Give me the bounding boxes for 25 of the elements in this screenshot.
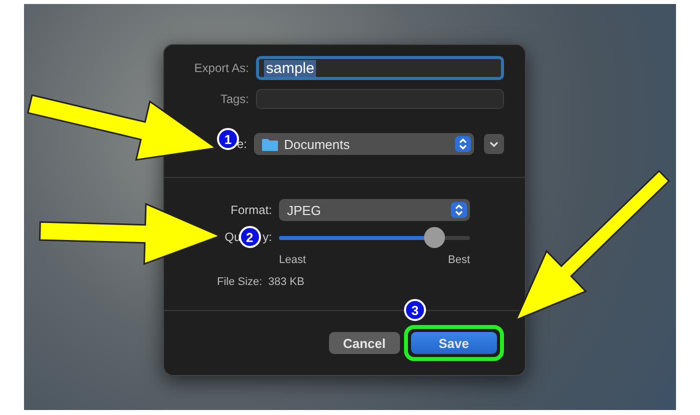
field-label: File Size:	[217, 276, 262, 288]
slider-thumb[interactable]	[424, 226, 445, 248]
format-dropdown[interactable]: JPEG	[279, 199, 470, 221]
field-label: Export As:	[194, 61, 249, 75]
slider-max-label: Best	[448, 254, 470, 266]
number-badge: 1	[217, 128, 239, 150]
expand-button[interactable]	[484, 134, 504, 154]
cancel-button[interactable]: Cancel	[328, 332, 400, 354]
field-label: Format:	[230, 203, 272, 217]
save-button[interactable]: Save	[410, 332, 497, 354]
input-field[interactable]: sample	[256, 56, 504, 80]
field-label: e:	[236, 137, 247, 151]
quality-slider[interactable]	[279, 226, 470, 248]
input-field[interactable]	[256, 89, 504, 109]
stepper-icon	[455, 136, 471, 152]
file-size-value: 383 KB	[268, 276, 304, 288]
number-badge: 3	[404, 299, 426, 321]
number-badge: 2	[238, 226, 261, 248]
chevron-down-icon	[489, 140, 499, 148]
stepper-icon	[451, 202, 467, 218]
location-dropdown[interactable]: Documents	[254, 133, 474, 155]
folder-icon	[262, 138, 278, 150]
field-label: Tags:	[220, 92, 249, 106]
slider-min-label: Least	[279, 254, 306, 266]
field-label: y:	[262, 230, 272, 244]
